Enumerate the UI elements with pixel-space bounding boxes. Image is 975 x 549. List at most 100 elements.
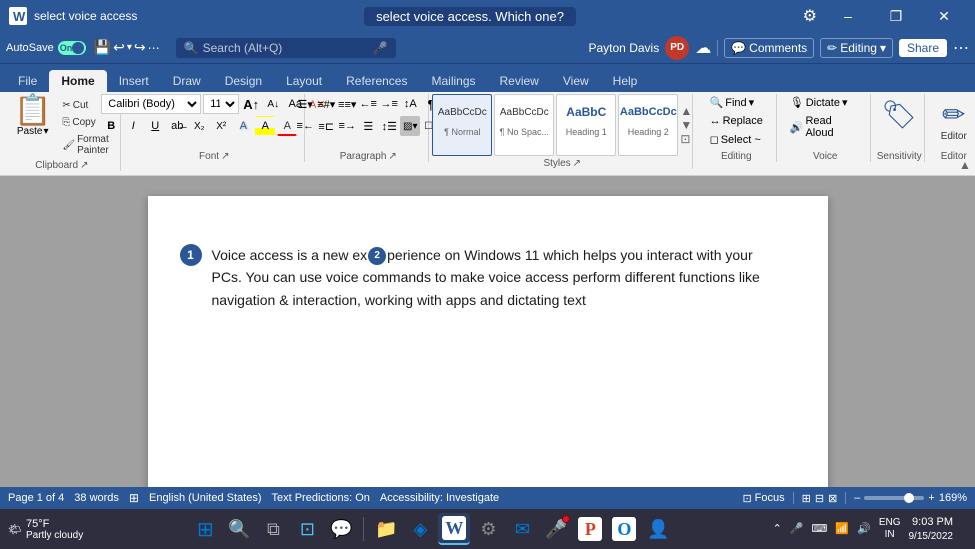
multilevel-list-button[interactable]: ≡≡▾ — [337, 94, 357, 114]
chat-button[interactable]: 💬 — [325, 513, 357, 545]
settings-btn[interactable]: ⚙ — [803, 6, 817, 26]
superscript-button[interactable]: X² — [211, 116, 231, 136]
editing-mode-button[interactable]: ✏ Editing ▾ — [820, 38, 893, 58]
language-indicator[interactable]: ENG IN — [879, 517, 901, 541]
text-effects-button[interactable]: A — [233, 116, 253, 136]
wifi-icon[interactable]: 📶 — [835, 522, 849, 535]
powerpoint-button[interactable]: P — [574, 513, 606, 545]
read-aloud-button[interactable]: 🔊 Read Aloud — [785, 113, 866, 141]
paragraph-group-label[interactable]: Paragraph ↗ — [340, 151, 397, 162]
style-no-spacing[interactable]: AaBbCcDc ¶ No Spac... — [494, 94, 554, 156]
align-right-button[interactable]: ≡→ — [337, 116, 357, 136]
widgets-button[interactable]: ⊡ — [291, 513, 323, 545]
shading-button[interactable]: ▨▾ — [400, 116, 420, 136]
tab-review[interactable]: Review — [488, 70, 551, 92]
keyboard-sys[interactable]: ⌨ — [812, 522, 828, 535]
zoom-in-button[interactable]: + — [928, 492, 934, 504]
clock-widget[interactable]: 9:03 PM 9/15/2022 — [909, 515, 954, 542]
style-heading1[interactable]: AaBbC Heading 1 — [556, 94, 616, 156]
styles-group-label[interactable]: Styles ↗ — [543, 158, 581, 169]
styles-scroll-down[interactable]: ▼ — [680, 118, 692, 132]
undo-dropdown[interactable]: ▾ — [127, 42, 132, 53]
tab-layout[interactable]: Layout — [274, 70, 334, 92]
clipboard-group-label[interactable]: Clipboard ↗ — [35, 160, 88, 171]
focus-button[interactable]: ⊡ Focus — [742, 492, 784, 505]
tab-references[interactable]: References — [334, 70, 419, 92]
word-taskbar-button[interactable]: W — [438, 513, 470, 545]
undo-button[interactable]: ↩ — [113, 39, 125, 56]
voice-mic-sys[interactable]: 🎤 — [790, 522, 804, 535]
tab-home[interactable]: Home — [49, 70, 106, 92]
document-page[interactable]: 1 Voice access is a new ex2perience on W… — [148, 196, 828, 487]
paste-button[interactable]: 📋 Paste ▾ — [10, 94, 55, 139]
strikethrough-button[interactable]: ab̶ — [167, 116, 187, 136]
minimize-button[interactable]: – — [825, 0, 871, 32]
tab-view[interactable]: View — [551, 70, 601, 92]
align-left-button[interactable]: ≡← — [295, 116, 315, 136]
close-button[interactable]: ✕ — [921, 0, 967, 32]
user-avatar[interactable]: PD — [665, 36, 689, 60]
underline-button[interactable]: U — [145, 116, 165, 136]
people-button[interactable]: 👤 — [642, 513, 674, 545]
read-mode-view[interactable]: ⊟ — [815, 492, 824, 505]
tab-help[interactable]: Help — [601, 70, 650, 92]
line-spacing-button[interactable]: ↕☰ — [379, 116, 399, 136]
print-layout-view[interactable]: ⊞ — [802, 492, 811, 505]
search-bar[interactable]: 🔍 🎤 — [176, 38, 396, 58]
share-button[interactable]: Share — [899, 39, 947, 57]
numbering-button[interactable]: ≡#▾ — [316, 94, 336, 114]
tab-design[interactable]: Design — [213, 70, 274, 92]
save-icon[interactable]: 💾 — [94, 39, 111, 56]
bullets-button[interactable]: ☰▾ — [295, 94, 315, 114]
align-center-button[interactable]: ≡⊏ — [316, 116, 336, 136]
subscript-button[interactable]: X₂ — [189, 116, 209, 136]
tab-mailings[interactable]: Mailings — [419, 70, 487, 92]
dictate-button[interactable]: 🎙 Dictate ▾ — [785, 94, 866, 111]
zoom-out-button[interactable]: – — [854, 492, 860, 504]
find-button[interactable]: 🔍 Find ▾ — [705, 94, 768, 111]
shrink-font-button[interactable]: A↓ — [263, 94, 283, 114]
edge-button[interactable]: ◈ — [404, 513, 436, 545]
web-layout-view[interactable]: ⊠ — [828, 492, 837, 505]
replace-button[interactable]: ↔ Replace — [705, 113, 768, 129]
zoom-percent[interactable]: 169% — [939, 492, 967, 504]
settings-taskbar-button[interactable]: ⚙ — [472, 513, 504, 545]
sensitivity-button[interactable]: 🏷 — [877, 94, 921, 135]
bold-button[interactable]: B — [101, 116, 121, 136]
more-button[interactable]: ⋯ — [148, 41, 160, 55]
mail-button[interactable]: ✉ — [506, 513, 538, 545]
italic-button[interactable]: I — [123, 116, 143, 136]
autosave-toggle[interactable]: On — [58, 41, 86, 55]
style-normal[interactable]: AaBbCcDc ¶ Normal — [432, 94, 492, 156]
start-button[interactable]: ⊞ — [189, 513, 221, 545]
tab-draw[interactable]: Draw — [161, 70, 213, 92]
decrease-indent-button[interactable]: ←≡ — [358, 94, 378, 114]
voice-search-icon[interactable]: 🎤 — [373, 41, 388, 55]
task-view-button[interactable]: ⧉ — [257, 513, 289, 545]
font-family-select[interactable]: Calibri (Body) — [101, 94, 201, 114]
volume-icon[interactable]: 🔊 — [857, 522, 871, 535]
font-size-select[interactable]: 11 — [203, 94, 239, 114]
ribbon-collapse-button[interactable]: ▲ — [959, 158, 971, 172]
accessibility-check[interactable]: Accessibility: Investigate — [380, 492, 499, 504]
font-color-button[interactable]: A — [277, 116, 297, 136]
restore-button[interactable]: ❐ — [873, 0, 919, 32]
voice-access-taskbar-button[interactable]: 🎤 — [540, 513, 572, 545]
justify-button[interactable]: ☰ — [358, 116, 378, 136]
highlight-color-button[interactable]: A — [255, 116, 275, 136]
grow-font-button[interactable]: A↑ — [241, 94, 261, 114]
text-predictions[interactable]: Text Predictions: On — [271, 492, 369, 504]
style-heading2[interactable]: AaBbCcDc Heading 2 — [618, 94, 678, 156]
styles-scroll-up[interactable]: ▲ — [680, 104, 692, 118]
outlook-button[interactable]: O — [608, 513, 640, 545]
tab-insert[interactable]: Insert — [107, 70, 161, 92]
comments-button[interactable]: 💬 Comments — [724, 38, 814, 58]
up-arrow-sys[interactable]: ⌃ — [773, 522, 782, 535]
weather-widget[interactable]: 🌤 75°F Partly cloudy — [8, 518, 83, 541]
search-input[interactable] — [203, 41, 369, 55]
select-button[interactable]: ◻ Select ~ — [705, 131, 768, 148]
file-explorer-button[interactable]: 📁 — [370, 513, 402, 545]
tab-file[interactable]: File — [6, 70, 49, 92]
cloud-save-icon[interactable]: ☁ — [695, 38, 711, 58]
zoom-slider[interactable] — [864, 496, 924, 500]
